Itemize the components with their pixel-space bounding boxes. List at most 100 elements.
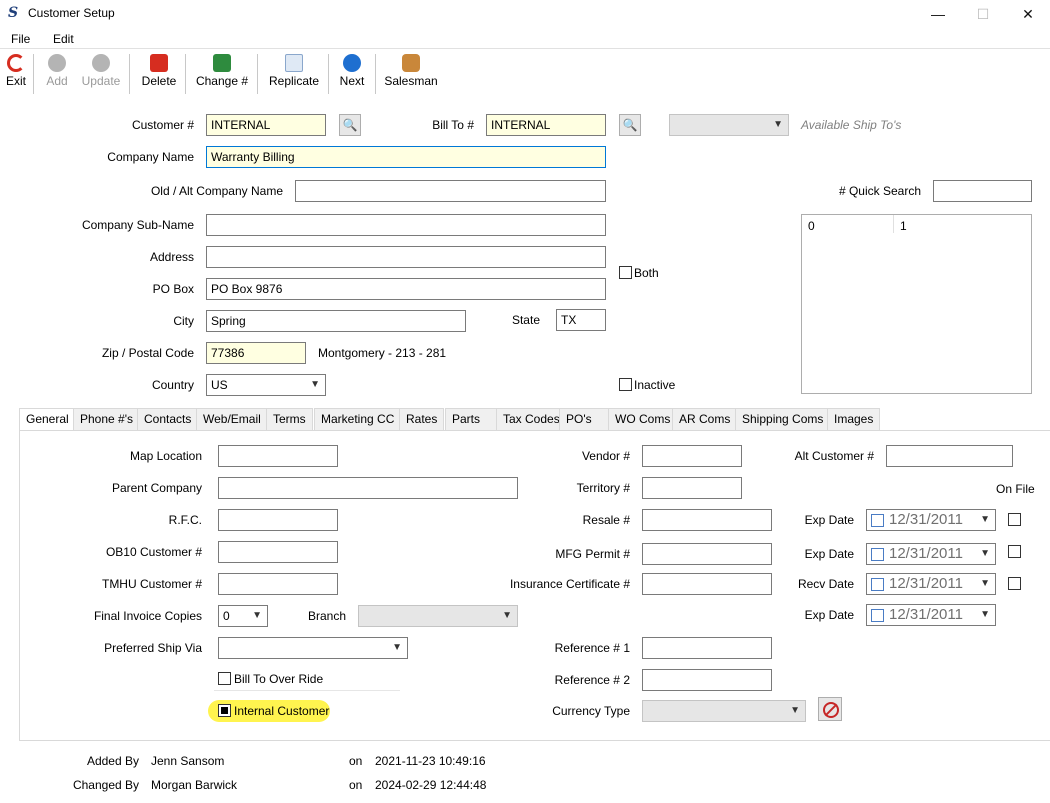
tab-parts[interactable]: Parts [445, 408, 497, 430]
no-entry-icon [823, 702, 839, 718]
date-enable-checkbox[interactable] [871, 578, 884, 591]
next-label: Next [339, 74, 365, 88]
minimize-button[interactable]: — [915, 0, 961, 28]
country-select[interactable]: US ▼ [206, 374, 326, 396]
company-name-field[interactable]: Warranty Billing [206, 146, 606, 168]
company-sub-name-field[interactable] [206, 214, 606, 236]
on-file-checkbox[interactable] [1008, 513, 1021, 526]
tab-wo-coms[interactable]: WO Coms [608, 408, 678, 430]
alt-customer-field[interactable] [886, 445, 1013, 467]
tab-phone[interactable]: Phone #'s [73, 408, 140, 430]
customer-no-field[interactable]: INTERNAL [206, 114, 326, 136]
on-file-label: On File [996, 482, 1035, 496]
menu-file[interactable]: File [11, 32, 30, 46]
both-checkbox[interactable] [619, 266, 632, 279]
bill-to-override-checkbox[interactable] [218, 672, 231, 685]
internal-customer-checkbox[interactable] [218, 704, 231, 717]
address-label: Address [149, 250, 194, 264]
branch-select[interactable]: ▼ [358, 605, 518, 627]
add-button[interactable]: Add [42, 54, 72, 88]
tmhu-customer-field[interactable] [218, 573, 338, 595]
state-field[interactable]: TX [556, 309, 606, 331]
tab-shipping-coms[interactable]: Shipping Coms [735, 408, 831, 430]
ob10-customer-label: OB10 Customer # [105, 545, 202, 559]
maximize-button[interactable]: ☐ [960, 0, 1006, 28]
customer-lookup-button[interactable]: 🔍 [339, 114, 361, 136]
address-field[interactable] [206, 246, 606, 268]
chevron-down-icon: ▼ [252, 610, 262, 621]
country-label: Country [151, 378, 194, 392]
vendor-field[interactable] [642, 445, 742, 467]
zip-field[interactable]: 77386 [206, 342, 306, 364]
next-arrow-icon [343, 54, 361, 72]
preferred-ship-via-select[interactable]: ▼ [218, 637, 408, 659]
replicate-icon [285, 54, 303, 72]
update-button[interactable]: Update [80, 54, 122, 88]
salesman-button[interactable]: Salesman [384, 54, 438, 88]
replicate-button[interactable]: Replicate [268, 54, 320, 88]
on-file-checkbox[interactable] [1008, 545, 1021, 558]
change-label: Change # [195, 74, 249, 88]
toolbar-separator [185, 54, 186, 94]
changed-by-value: Morgan Barwick [151, 778, 238, 792]
currency-type-label: Currency Type [552, 704, 630, 718]
date-enable-checkbox[interactable] [871, 548, 884, 561]
reference-1-field[interactable] [642, 637, 772, 659]
currency-type-select[interactable]: ▼ [642, 700, 806, 722]
tab-web-email[interactable]: Web/Email [196, 408, 268, 430]
clear-currency-button[interactable] [818, 697, 842, 721]
bill-to-lookup-button[interactable]: 🔍 [619, 114, 641, 136]
chevron-down-icon: ▼ [980, 514, 990, 525]
resale-field[interactable] [642, 509, 772, 531]
bill-to-label: Bill To # [432, 118, 474, 132]
exp-date-picker[interactable]: 12/31/2011 ▼ [866, 543, 996, 565]
add-icon [48, 54, 66, 72]
insurance-certificate-label: Insurance Certificate # [509, 577, 630, 591]
final-invoice-copies-select[interactable]: 0 ▼ [218, 605, 268, 627]
old-alt-company-field[interactable] [295, 180, 606, 202]
territory-field[interactable] [642, 477, 742, 499]
quick-search-results-list[interactable]: 0 1 [801, 214, 1032, 394]
exp-date-picker[interactable]: 12/31/2011 ▼ [866, 604, 996, 626]
bill-to-field[interactable]: INTERNAL [486, 114, 606, 136]
change-number-button[interactable]: Change # [195, 54, 249, 88]
menu-edit[interactable]: Edit [53, 32, 74, 46]
company-name-label: Company Name [107, 150, 194, 164]
tab-marketing-cc[interactable]: Marketing CC [314, 408, 402, 430]
ship-to-select[interactable]: ▼ [669, 114, 789, 136]
tab-tax-codes[interactable]: Tax Codes [496, 408, 567, 430]
tab-rates[interactable]: Rates [399, 408, 445, 430]
exp-date-picker[interactable]: 12/31/2011 ▼ [866, 509, 996, 531]
on-file-checkbox[interactable] [1008, 577, 1021, 590]
tab-general[interactable]: General [19, 408, 76, 431]
toolbar-separator [257, 54, 258, 94]
next-button[interactable]: Next [338, 54, 366, 88]
reference-2-field[interactable] [642, 669, 772, 691]
reference-2-label: Reference # 2 [554, 673, 630, 687]
tab-images[interactable]: Images [827, 408, 881, 430]
parent-company-label: Parent Company [111, 481, 202, 495]
city-field[interactable]: Spring [206, 310, 466, 332]
rfc-field[interactable] [218, 509, 338, 531]
tab-terms[interactable]: Terms [266, 408, 313, 430]
quick-search-field[interactable] [933, 180, 1032, 202]
tab-pos[interactable]: PO's [559, 408, 609, 430]
close-button[interactable]: ✕ [1005, 0, 1050, 28]
date-enable-checkbox[interactable] [871, 514, 884, 527]
inactive-checkbox[interactable] [619, 378, 632, 391]
tab-contacts[interactable]: Contacts [137, 408, 199, 430]
recv-date-picker[interactable]: 12/31/2011 ▼ [866, 573, 996, 595]
chevron-down-icon: ▼ [980, 548, 990, 559]
insurance-certificate-field[interactable] [642, 573, 772, 595]
tmhu-customer-label: TMHU Customer # [101, 577, 202, 591]
ob10-customer-field[interactable] [218, 541, 338, 563]
delete-button[interactable]: Delete [140, 54, 178, 88]
date-enable-checkbox[interactable] [871, 609, 884, 622]
map-location-field[interactable] [218, 445, 338, 467]
state-label: State [511, 313, 540, 327]
po-box-field[interactable]: PO Box 9876 [206, 278, 606, 300]
city-label: City [173, 314, 194, 328]
exit-button[interactable]: Exit [4, 54, 28, 88]
mfg-permit-field[interactable] [642, 543, 772, 565]
tab-ar-coms[interactable]: AR Coms [672, 408, 738, 430]
